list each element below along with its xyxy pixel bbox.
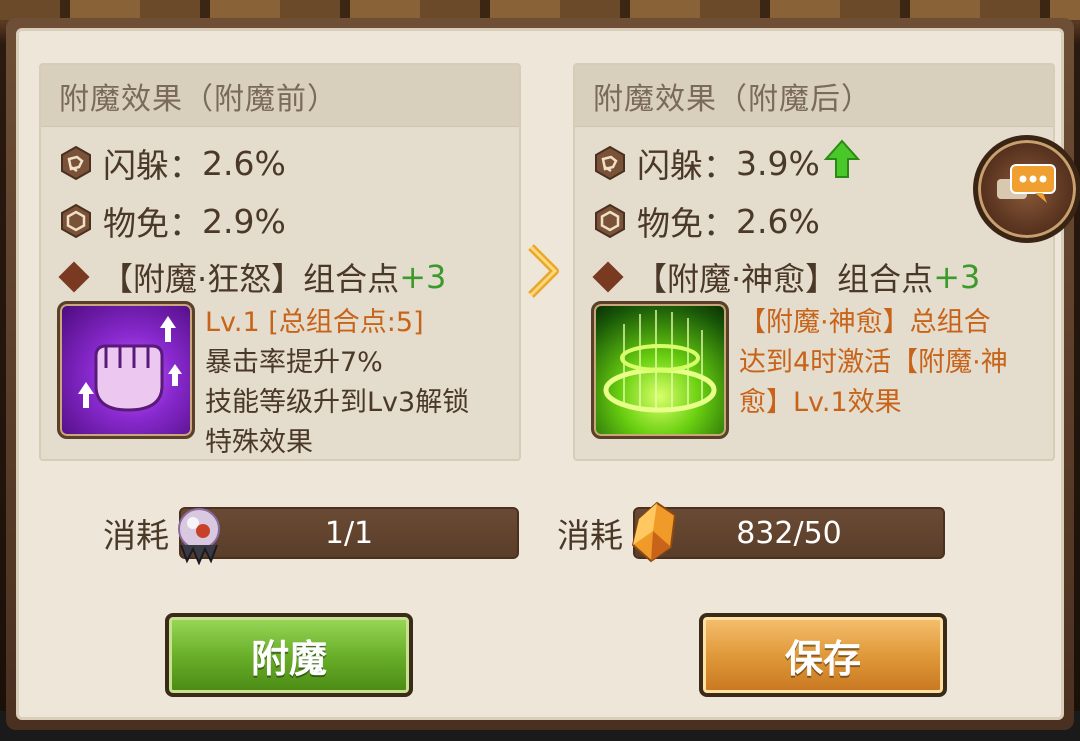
combo-name: 【附魔·神愈】组合点 bbox=[635, 260, 934, 298]
skill-desc-line-1: 【附魔·神愈】总组合 bbox=[739, 307, 991, 338]
enchant-button[interactable]: 附魔 bbox=[165, 613, 413, 697]
skill-line-1: 暴击率提升7% bbox=[205, 347, 383, 378]
dodge-label: 闪躲： bbox=[103, 146, 202, 185]
dodge-value: 2.6% bbox=[202, 143, 286, 183]
fist-icon[interactable] bbox=[57, 301, 195, 439]
combo-name: 【附魔·狂怒】组合点 bbox=[101, 260, 400, 298]
top-background bbox=[0, 0, 1080, 20]
dodge-value: 3.9% bbox=[736, 143, 820, 183]
physical-immunity-stat: 物免： 2.9% bbox=[57, 199, 286, 243]
enchant-cost-left: 消耗 1/1 bbox=[103, 507, 519, 566]
heal-ring-icon[interactable] bbox=[591, 301, 729, 439]
cost-bar: 832/50 bbox=[631, 501, 945, 563]
skill-desc-line-2: 达到4时激活【附魔·神 bbox=[739, 347, 1008, 378]
physical-immunity-label: 物免： bbox=[637, 204, 736, 243]
chevron-right-icon bbox=[525, 241, 569, 305]
skill-level: Lv.1 [总组合点:5] bbox=[205, 307, 424, 338]
cost-value: 832/50 bbox=[736, 515, 842, 551]
enchant-cost-right: 消耗 832/50 bbox=[557, 501, 945, 563]
skill-description: 【附魔·神愈】总组合 达到4时激活【附魔·神 愈】Lv.1效果 bbox=[739, 303, 1045, 423]
dodge-icon bbox=[57, 144, 95, 182]
diamond-bullet-icon bbox=[592, 261, 624, 293]
physical-immunity-stat: 物免： 2.6% bbox=[591, 199, 820, 243]
dialog-panel: 附魔效果（附魔前） 闪躲： 2.6% 物免： 2.9% 【附魔·狂怒】组合点 +… bbox=[16, 28, 1080, 720]
combo-points: 【附魔·神愈】组合点 +3 bbox=[591, 255, 980, 299]
chat-button[interactable] bbox=[973, 135, 1080, 243]
before-enchant-card: 附魔效果（附魔前） 闪躲： 2.6% 物免： 2.9% 【附魔·狂怒】组合点 +… bbox=[39, 63, 521, 461]
shield-icon bbox=[57, 202, 95, 240]
physical-immunity-label: 物免： bbox=[103, 204, 202, 243]
physical-immunity-value: 2.6% bbox=[736, 201, 820, 241]
dodge-stat: 闪躲： 3.9% bbox=[591, 139, 861, 187]
save-button[interactable]: 保存 bbox=[699, 613, 947, 697]
card-title: 附魔效果（附魔前） bbox=[41, 65, 519, 127]
cost-bar: 1/1 bbox=[178, 507, 519, 566]
chat-bubble-icon bbox=[995, 161, 1059, 217]
combo-points-value: +3 bbox=[933, 258, 981, 296]
dodge-stat: 闪躲： 2.6% bbox=[57, 141, 286, 185]
dodge-icon bbox=[591, 144, 629, 182]
after-enchant-card: 附魔效果（附魔后） 闪躲： 3.9% 物免： 2.6% 【附魔·神愈】组合点 +… bbox=[573, 63, 1055, 461]
cost-label: 消耗 bbox=[557, 516, 623, 555]
dodge-label: 闪躲： bbox=[637, 146, 736, 185]
diamond-bullet-icon bbox=[58, 261, 90, 293]
amber-crystal-icon bbox=[627, 501, 683, 565]
skill-description: Lv.1 [总组合点:5] 暴击率提升7% 技能等级升到Lv3解锁 特殊效果 bbox=[205, 303, 505, 463]
combo-points: 【附魔·狂怒】组合点 +3 bbox=[57, 255, 446, 299]
up-arrow-icon bbox=[823, 139, 861, 187]
cost-value: 1/1 bbox=[324, 515, 374, 551]
skill-line-3: 特殊效果 bbox=[205, 427, 313, 458]
enchant-dialog: 附魔效果（附魔前） 闪躲： 2.6% 物免： 2.9% 【附魔·狂怒】组合点 +… bbox=[6, 18, 1080, 730]
physical-immunity-value: 2.9% bbox=[202, 201, 286, 241]
shield-icon bbox=[591, 202, 629, 240]
card-title: 附魔效果（附魔后） bbox=[575, 65, 1053, 127]
skill-desc-line-3: 愈】Lv.1效果 bbox=[739, 387, 902, 418]
cost-label: 消耗 bbox=[103, 516, 169, 555]
combo-points-value: +3 bbox=[399, 258, 447, 296]
skill-line-2: 技能等级升到Lv3解锁 bbox=[205, 387, 470, 418]
enchant-orb-icon bbox=[173, 501, 229, 566]
